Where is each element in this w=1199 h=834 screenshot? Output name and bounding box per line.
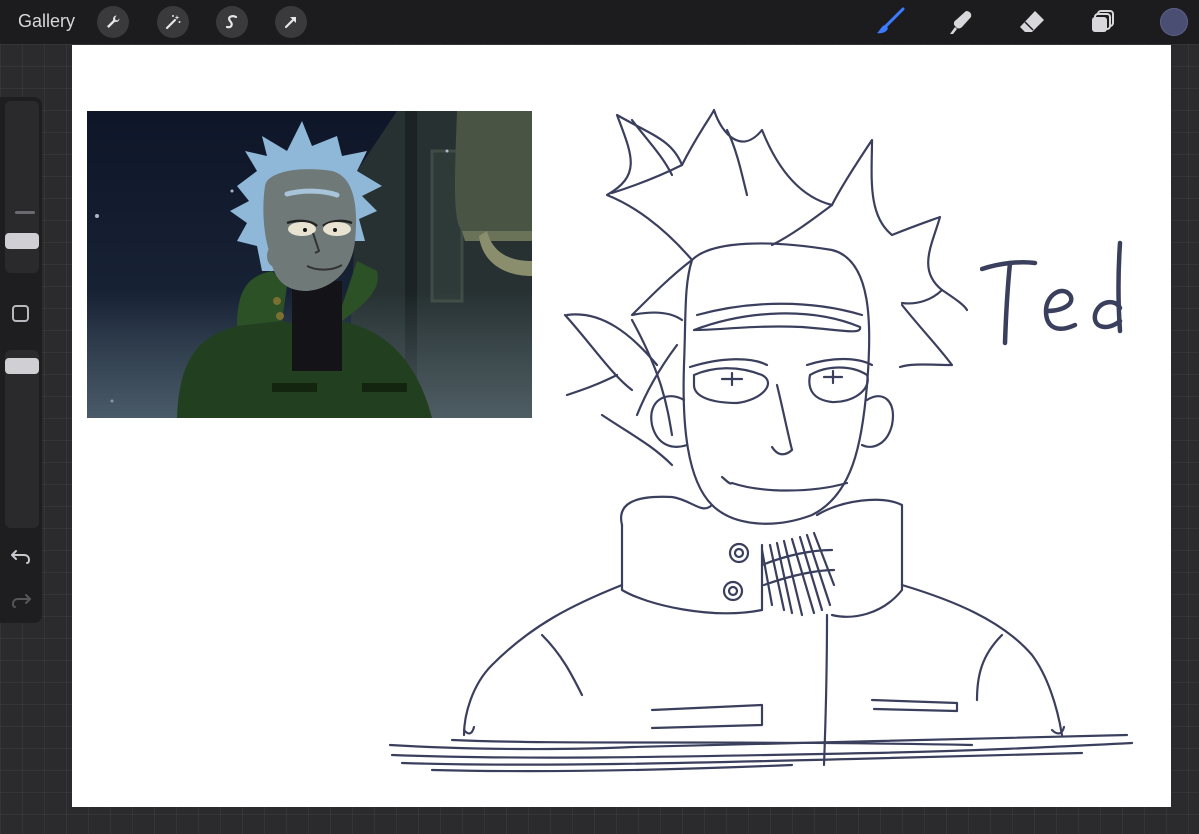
- adjustments-button[interactable]: [157, 6, 189, 38]
- eraser-icon: [1020, 11, 1044, 32]
- brush-tool[interactable]: [873, 6, 907, 38]
- redo-icon[interactable]: [9, 587, 33, 611]
- brush-icon: [877, 7, 905, 34]
- layers-tool[interactable]: [1086, 6, 1120, 38]
- drawing-canvas[interactable]: Ted: [72, 45, 1171, 807]
- layers-icon: [1092, 10, 1114, 32]
- sketch-drawing: [388, 108, 1134, 773]
- wrench-icon: [107, 15, 120, 28]
- brush-size-slider[interactable]: [5, 101, 39, 273]
- smudge-icon: [950, 11, 972, 34]
- eraser-tool[interactable]: [1015, 6, 1049, 38]
- selection-button[interactable]: [216, 6, 248, 38]
- magic-wand-icon: [165, 15, 181, 30]
- slider-tick: [15, 211, 35, 214]
- opacity-slider[interactable]: [5, 350, 39, 528]
- transform-arrow-icon: [284, 16, 297, 29]
- transform-button[interactable]: [275, 6, 307, 38]
- opacity-thumb[interactable]: [5, 358, 39, 374]
- top-toolbar: Gallery: [0, 0, 1199, 44]
- ted-label: Ted: [979, 233, 1140, 353]
- actions-button[interactable]: [97, 6, 129, 38]
- undo-icon[interactable]: [9, 543, 33, 567]
- brush-size-thumb[interactable]: [5, 233, 39, 249]
- smudge-tool[interactable]: [944, 6, 978, 38]
- selection-s-icon: [225, 15, 238, 29]
- modify-button[interactable]: [12, 305, 29, 322]
- left-sidebar: [0, 97, 42, 623]
- gallery-button[interactable]: Gallery: [18, 11, 75, 32]
- color-picker-button[interactable]: [1160, 8, 1188, 36]
